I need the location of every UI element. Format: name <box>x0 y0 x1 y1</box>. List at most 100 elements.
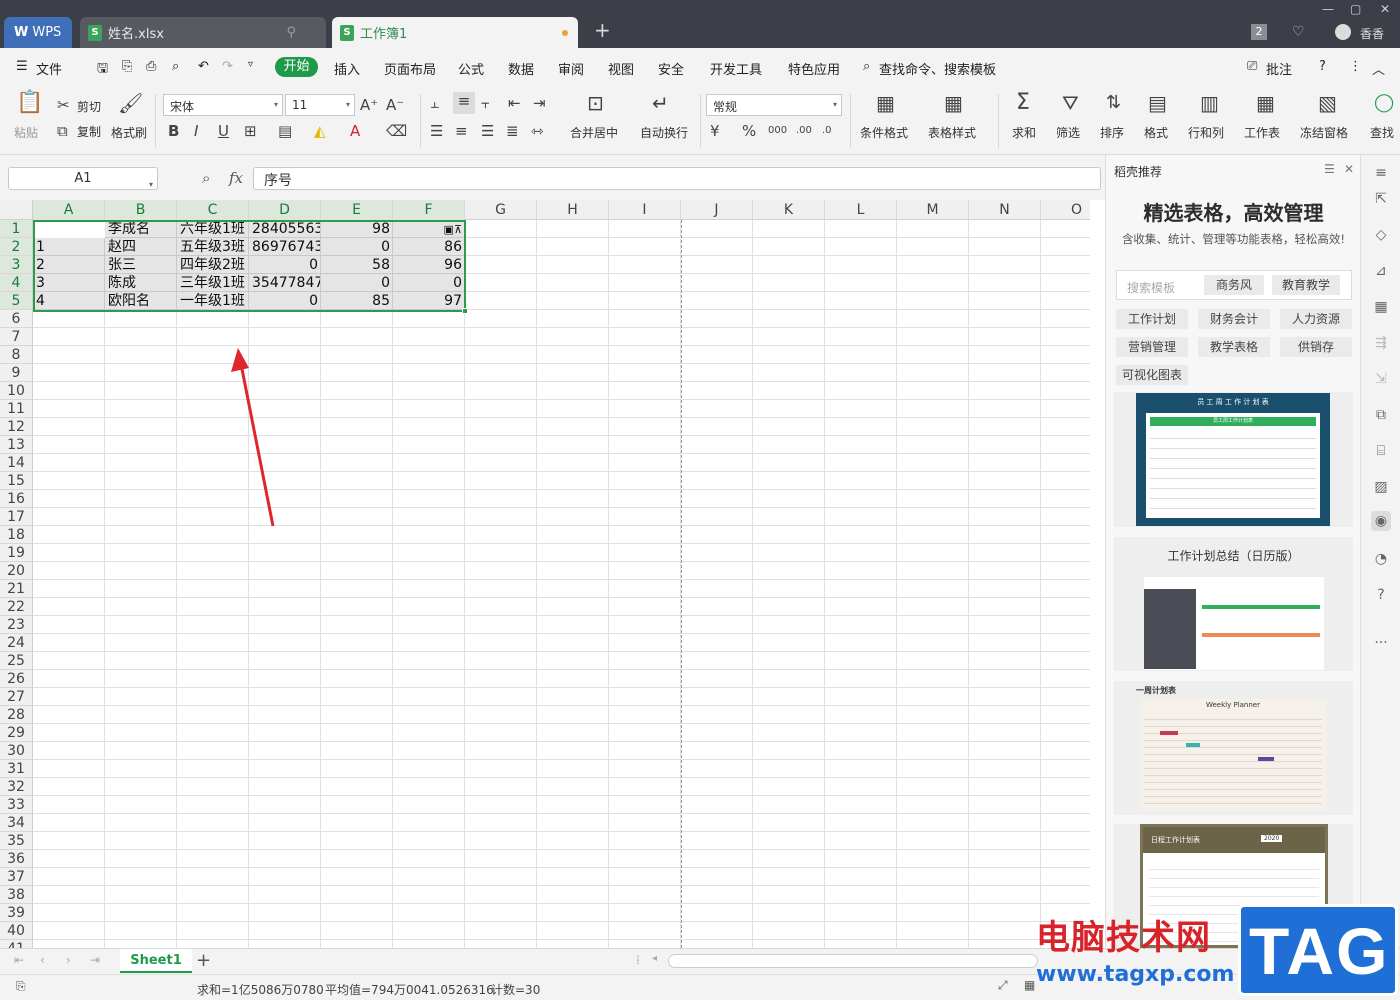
tab-file[interactable]: S 姓名.xlsx ⚲ <box>80 17 326 48</box>
column-header-m[interactable]: M <box>897 200 969 220</box>
row-header-30[interactable]: 30 <box>0 742 33 760</box>
wrap-text-icon[interactable]: ↵ <box>652 93 669 113</box>
more-icon[interactable]: ⋮ <box>1349 59 1362 74</box>
clear-icon[interactable]: ⌫ <box>386 122 407 140</box>
row-header-31[interactable]: 31 <box>0 760 33 778</box>
number-format-select[interactable]: 常规 ▾ <box>706 94 842 116</box>
find-icon[interactable]: ◯ <box>1374 94 1394 112</box>
row-header-33[interactable]: 33 <box>0 796 33 814</box>
column-header-d[interactable]: D <box>249 200 321 220</box>
column-header-h[interactable]: H <box>537 200 609 220</box>
freeze-icon[interactable]: ▧ <box>1318 93 1337 113</box>
row-header-23[interactable]: 23 <box>0 616 33 634</box>
pin-icon[interactable]: ⚲ <box>286 25 296 40</box>
zoom-formula-icon[interactable]: ⌕ <box>202 169 210 187</box>
help-icon[interactable]: ? <box>1319 59 1326 74</box>
merge-center-icon[interactable]: ⊡ <box>587 93 604 113</box>
row-header-35[interactable]: 35 <box>0 832 33 850</box>
chip-hr[interactable]: 人力资源 <box>1280 309 1352 329</box>
row-header-14[interactable]: 14 <box>0 454 33 472</box>
font-color-icon[interactable]: A <box>350 122 360 140</box>
conditional-format-button[interactable]: 条件格式 <box>860 124 908 141</box>
row-header-39[interactable]: 39 <box>0 904 33 922</box>
bold-button[interactable]: B <box>168 122 179 140</box>
horizontal-scrollbar[interactable] <box>668 954 1038 968</box>
redo-icon[interactable]: ↷ <box>222 59 233 74</box>
freeze-button[interactable]: 冻结窗格 <box>1300 124 1348 141</box>
row-header-18[interactable]: 18 <box>0 526 33 544</box>
row-header-41[interactable]: 41 <box>0 940 33 948</box>
align-top-icon[interactable]: ⫠ <box>430 94 439 112</box>
sum-icon[interactable]: Σ <box>1016 92 1030 114</box>
row-header-4[interactable]: 4 <box>0 274 33 292</box>
chip-visual-chart[interactable]: 可视化图表 <box>1116 365 1188 385</box>
row-header-38[interactable]: 38 <box>0 886 33 904</box>
print-preview-icon[interactable]: ⌕ <box>172 59 179 74</box>
minimize-icon[interactable]: — <box>1322 2 1334 16</box>
row-header-22[interactable]: 22 <box>0 598 33 616</box>
macro-icon[interactable]: ⎘ <box>16 979 26 994</box>
row-header-20[interactable]: 20 <box>0 562 33 580</box>
skin-icon[interactable]: ♡ <box>1292 24 1305 40</box>
row-header-24[interactable]: 24 <box>0 634 33 652</box>
column-header-j[interactable]: J <box>681 200 753 220</box>
align-right-icon[interactable]: ☰ <box>481 122 494 140</box>
fullscreen-icon[interactable]: ⤢ <box>998 978 1008 993</box>
align-left-icon[interactable]: ☰ <box>430 122 443 140</box>
row-header-6[interactable]: 6 <box>0 310 33 328</box>
menu-page-layout[interactable]: 页面布局 <box>384 59 436 78</box>
row-col-icon[interactable]: ▥ <box>1200 93 1219 113</box>
table-icon[interactable]: ▦ <box>1371 297 1391 317</box>
column-header-k[interactable]: K <box>753 200 825 220</box>
menu-comment[interactable]: 批注 <box>1266 59 1292 78</box>
row-header-17[interactable]: 17 <box>0 508 33 526</box>
copy-icon[interactable]: ⧉ <box>1371 405 1391 425</box>
chip-teaching[interactable]: 教学表格 <box>1198 337 1270 357</box>
conditional-format-icon[interactable]: ▦ <box>876 93 895 113</box>
column-header-f[interactable]: F <box>393 200 465 220</box>
panel-title-tab[interactable]: 稻壳推荐 <box>1114 163 1162 180</box>
column-header-i[interactable]: I <box>609 200 681 220</box>
row-header-25[interactable]: 25 <box>0 652 33 670</box>
spreadsheet-grid[interactable]: ABCDEFGHIJKLMNO 1 2 3 4 5 6 7 8 9 10 11 12 13 14 15 16 1… <box>0 200 1090 948</box>
menu-dev-tools[interactable]: 开发工具 <box>710 59 762 78</box>
paste-label[interactable]: 粘贴 <box>14 124 38 141</box>
distribute-icon[interactable]: ⇿ <box>531 122 544 140</box>
row-header-15[interactable]: 15 <box>0 472 33 490</box>
row-header-16[interactable]: 16 <box>0 490 33 508</box>
font-name-select[interactable]: 宋体 ▾ <box>163 94 283 116</box>
menu-data[interactable]: 数据 <box>508 59 534 78</box>
format-painter-icon[interactable]: 🖌 <box>118 93 143 113</box>
row-col-button[interactable]: 行和列 <box>1188 124 1224 141</box>
undo-icon[interactable]: ↶ <box>198 59 209 74</box>
font-size-select[interactable]: 11 ▾ <box>285 94 355 116</box>
user-name[interactable]: 香香 <box>1360 25 1384 42</box>
percent-icon[interactable]: % <box>742 122 756 140</box>
row-header-34[interactable]: 34 <box>0 814 33 832</box>
select-all-corner[interactable] <box>0 200 33 220</box>
fx-icon[interactable]: fx <box>229 169 243 187</box>
row-header-21[interactable]: 21 <box>0 580 33 598</box>
format-painter-button[interactable]: 格式刷 <box>111 124 147 141</box>
row-header-9[interactable]: 9 <box>0 364 33 382</box>
border-icon[interactable]: ⊞ <box>244 122 257 140</box>
copy-button[interactable]: 复制 <box>77 123 101 140</box>
chip-work-plan[interactable]: 工作计划 <box>1116 309 1188 329</box>
fill-handle[interactable] <box>462 308 468 314</box>
filter-button[interactable]: 筛选 <box>1056 124 1080 141</box>
arrange-icon[interactable]: ⇶ <box>1371 333 1391 353</box>
row-header-11[interactable]: 11 <box>0 400 33 418</box>
template-card-weekly-plan[interactable]: 员 工 周 工 作 计 划 表 员工周工作计划表 <box>1114 392 1353 527</box>
more-dots-icon[interactable]: ··· <box>1371 633 1391 653</box>
column-header-n[interactable]: N <box>969 200 1041 220</box>
tab-active-workbook[interactable]: S 工作簿1 <box>332 17 578 48</box>
chip-finance[interactable]: 财务会计 <box>1198 309 1270 329</box>
row-header-26[interactable]: 26 <box>0 670 33 688</box>
justify-icon[interactable]: ≣ <box>506 122 519 140</box>
column-header-e[interactable]: E <box>321 200 393 220</box>
row-header-2[interactable]: 2 <box>0 238 33 256</box>
normal-view-icon[interactable]: ▦ <box>1024 978 1035 992</box>
cut-icon[interactable]: ✂ <box>57 96 70 114</box>
menu-insert[interactable]: 插入 <box>334 59 360 78</box>
italic-button[interactable]: I <box>194 122 198 140</box>
